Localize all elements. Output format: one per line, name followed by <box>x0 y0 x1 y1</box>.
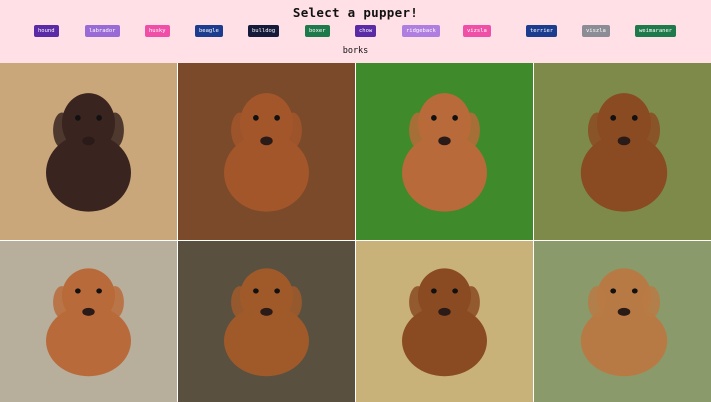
dog-photo-tile[interactable] <box>178 241 355 402</box>
breed-button-boxer[interactable]: boxer <box>305 25 330 37</box>
dog-photo-icon <box>534 241 711 402</box>
breed-button-beagle[interactable]: beagle <box>195 25 223 37</box>
breed-button-ridgeback[interactable]: ridgeback <box>402 25 440 37</box>
breed-button-bar: hound labrador husky beagle bulldog boxer chow… <box>0 25 711 37</box>
dog-photo-tile[interactable] <box>534 63 711 240</box>
breed-button-terrier[interactable]: terrier <box>526 25 558 37</box>
dog-photo-icon <box>0 241 177 402</box>
breed-button-husky[interactable]: husky <box>145 25 170 37</box>
breed-button-bulldog[interactable]: bulldog <box>248 25 280 37</box>
dog-photo-tile[interactable] <box>534 241 711 402</box>
selected-breed-label: borks <box>342 46 369 56</box>
header: Select a pupper! hound labrador husky beagl… <box>0 0 711 63</box>
dog-photo-icon <box>534 63 711 240</box>
breed-button-vizsla[interactable]: vizsla <box>463 25 491 37</box>
page-title: Select a pupper! <box>292 5 419 20</box>
dog-photo-tile[interactable] <box>0 241 177 402</box>
dog-photo-icon <box>178 241 355 402</box>
dog-photo-icon <box>0 63 177 240</box>
dog-photo-icon <box>356 241 533 402</box>
dog-photo-tile[interactable] <box>356 63 533 240</box>
dog-photo-tile[interactable] <box>178 63 355 240</box>
breed-button-hound[interactable]: hound <box>34 25 59 37</box>
breed-button-weimaraner[interactable]: weimaraner <box>635 25 677 37</box>
dog-photo-icon <box>178 63 355 240</box>
breed-button-labrador[interactable]: labrador <box>85 25 120 37</box>
dog-photo-tile[interactable] <box>356 241 533 402</box>
breed-button-chow[interactable]: chow <box>355 25 377 37</box>
photo-grid <box>0 63 711 402</box>
breed-button-viszla[interactable]: viszla <box>582 25 610 37</box>
dog-photo-icon <box>356 63 533 240</box>
dog-photo-tile[interactable] <box>0 63 177 240</box>
